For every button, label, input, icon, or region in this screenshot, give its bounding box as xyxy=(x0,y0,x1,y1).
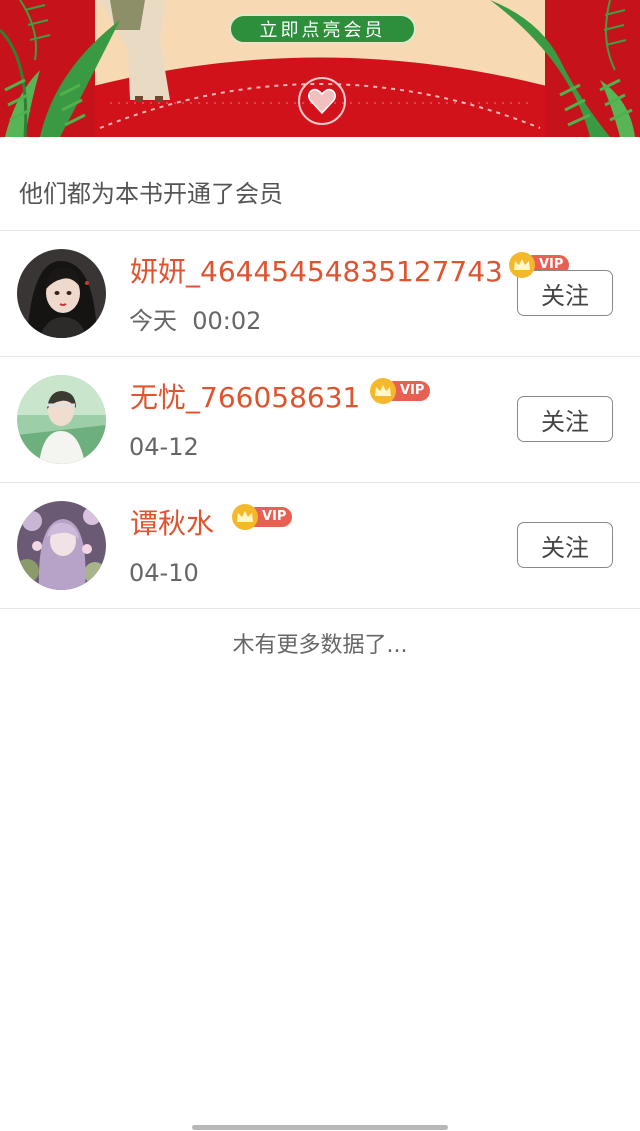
follow-button[interactable]: 关注 xyxy=(517,270,613,316)
member-row[interactable]: 无忧_766058631 VIP 04-12 关注 xyxy=(0,356,640,482)
avatar[interactable] xyxy=(17,249,106,338)
member-name[interactable]: 无忧_766058631 xyxy=(130,378,360,418)
heart-seal-icon xyxy=(298,77,346,125)
crown-icon xyxy=(370,378,396,404)
avatar[interactable] xyxy=(17,375,106,464)
activate-vip-button[interactable]: 立即点亮会员 xyxy=(229,14,416,44)
vip-banner[interactable]: 立即点亮会员 xyxy=(0,0,640,137)
section-title: 他们都为本书开通了会员 xyxy=(19,180,283,208)
avatar[interactable] xyxy=(17,501,106,590)
member-row[interactable]: 谭秋水 VIP 04-10 关注 xyxy=(0,482,640,608)
crown-icon xyxy=(232,504,258,530)
join-time: 今天 00:02 xyxy=(129,307,262,335)
no-more-data-text: 木有更多数据了... xyxy=(232,633,408,658)
home-indicator[interactable] xyxy=(192,1125,448,1130)
crown-icon xyxy=(509,252,535,278)
join-time: 04-10 xyxy=(129,559,199,587)
member-row[interactable]: 妍妍_46445454835127743 VIP 今天 00:02 关注 xyxy=(0,230,640,356)
divider xyxy=(0,608,640,609)
follow-button[interactable]: 关注 xyxy=(517,522,613,568)
follow-button[interactable]: 关注 xyxy=(517,396,613,442)
member-name[interactable]: 妍妍_46445454835127743 xyxy=(130,252,503,292)
member-name[interactable]: 谭秋水 xyxy=(130,504,214,544)
join-time: 04-12 xyxy=(129,433,199,461)
